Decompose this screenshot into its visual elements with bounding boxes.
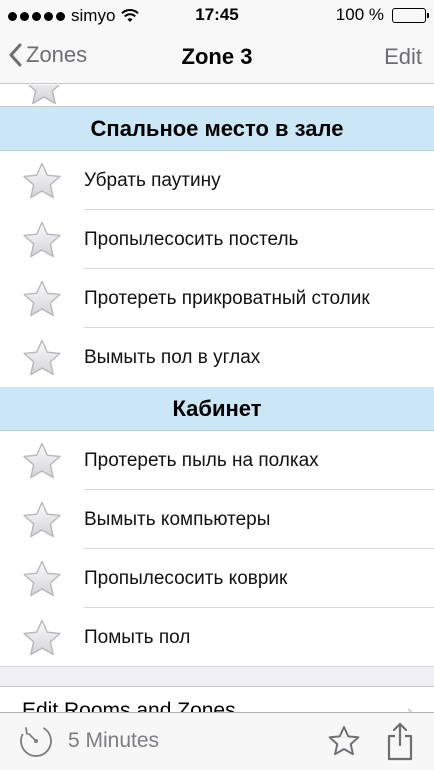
page-title: Zone 3 [181,44,253,69]
list-item[interactable]: Пропылесосить коврик [0,549,434,608]
task-label: Пропылесосить постель [84,229,299,250]
star-icon[interactable] [22,559,62,599]
star-icon[interactable] [22,441,62,481]
edit-rooms-label: Edit Rooms and Zones [22,699,236,712]
task-list[interactable]: Спальное место в зале Убрать паутину Про… [0,85,434,712]
star-icon[interactable] [22,500,62,540]
list-item[interactable]: Вымыть компьютеры [0,490,434,549]
chevron-right-icon: › [406,699,414,712]
timer-button[interactable]: 5 Minutes [18,723,159,759]
battery-icon [392,7,429,23]
star-outline-icon[interactable] [328,725,360,757]
edit-button[interactable]: Edit [384,44,422,70]
section-header: Кабинет [0,387,434,431]
list-item[interactable]: Пропылесосить постель [0,210,434,269]
task-label: Вымыть пол в углах [84,347,261,368]
task-label: Протереть прикроватный столик [84,288,370,309]
status-bar: simyo 17:45 100 % [0,0,434,30]
stopwatch-icon [20,725,52,757]
star-icon[interactable] [24,85,64,107]
section-header: Спальное место в зале [0,107,434,151]
list-item[interactable]: Протереть пыль на полках [0,431,434,490]
list-item[interactable]: Протереть прикроватный столик [0,269,434,328]
list-item[interactable]: Убрать паутину [0,151,434,210]
group-spacer [0,667,434,687]
star-icon[interactable] [22,220,62,260]
timer-label: 5 Minutes [68,729,160,752]
row-separator [0,666,434,667]
task-label: Протереть пыль на полках [84,450,319,471]
star-icon[interactable] [22,338,62,378]
list-item[interactable] [0,85,434,107]
star-icon[interactable] [22,618,62,658]
list-item[interactable]: Помыть пол [0,608,434,667]
edit-rooms-button[interactable]: Edit Rooms and Zones › [0,687,434,712]
navigation-bar: Zones Zone 3 Edit [0,30,434,84]
bottom-toolbar: 5 Minutes [0,712,434,770]
share-icon[interactable] [386,721,414,761]
status-right: 100 % [335,5,429,25]
star-icon[interactable] [22,161,62,201]
task-label: Пропылесосить коврик [84,568,288,589]
task-label: Помыть пол [84,627,191,648]
battery-percent: 100 % [335,5,384,24]
task-label: Убрать паутину [84,170,221,191]
list-item[interactable]: Вымыть пол в углах [0,328,434,387]
task-label: Вымыть компьютеры [84,509,271,530]
star-icon[interactable] [22,279,62,319]
